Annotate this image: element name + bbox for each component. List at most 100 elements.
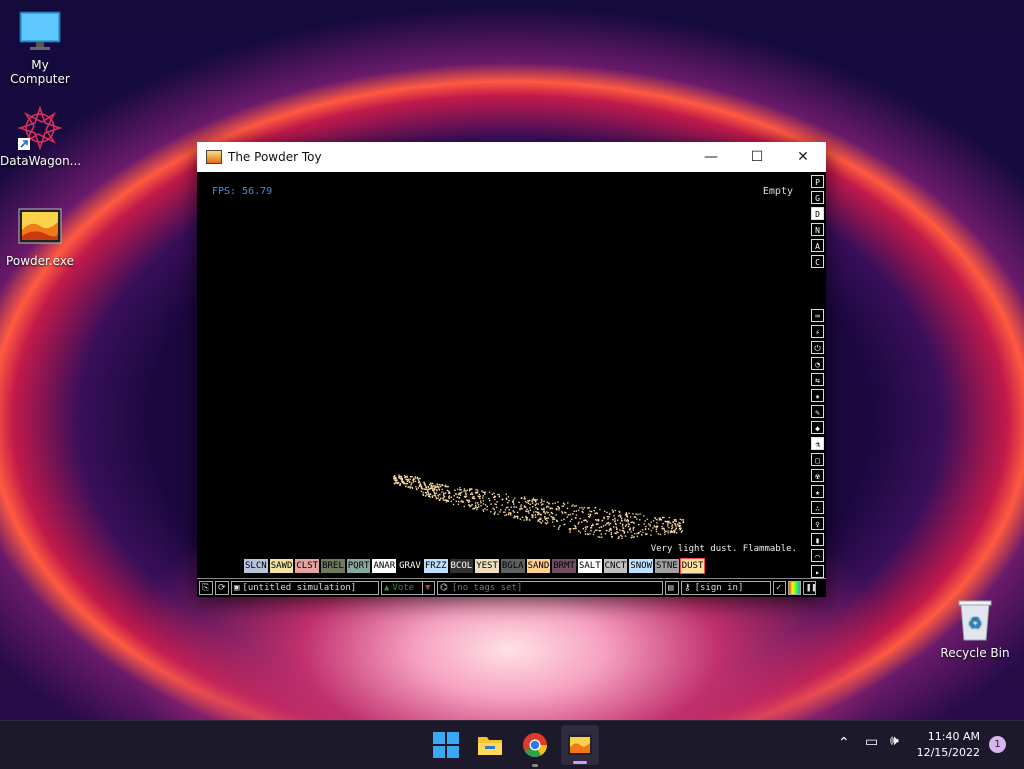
desktop-icon-label: Recycle Bin [940,646,1010,660]
clock-time: 11:40 AM [927,730,980,743]
element-anar-button[interactable]: ANAR [372,559,397,573]
category-menu: P G D N A C ⌨ ⚡ ⏻ ◔ ⇆ ✷ ✎ ◆ ⚗ ▢ ☢ ★ ∴ ♀ ▮ ⌒ ▸ [810,172,826,596]
windows-logo-icon [433,732,459,758]
chrome-button[interactable] [519,729,551,767]
element-grav-button[interactable]: GRAV [398,559,422,573]
menu-p-button[interactable]: P [811,175,824,188]
element-brmt-button[interactable]: BRMT [552,559,576,573]
element-pqrt-button[interactable]: PQRT [346,559,371,573]
menu-c-button[interactable]: C [811,255,824,268]
powder-toy-window[interactable]: The Powder Toy — ☐ ✕ FPS: 56.79 Empty Ve… [197,142,826,597]
vote-down-button[interactable]: ▼ [423,581,435,595]
box-icon[interactable]: ▢ [811,453,824,466]
sensor-icon[interactable]: ⇆ [811,373,824,386]
pen-icon[interactable]: ✎ [811,405,824,418]
thumb-up-icon: ▲ [384,583,390,593]
droplet-icon[interactable]: ◆ [811,421,824,434]
simulation-name: [untitled simulation] [242,583,357,593]
notification-badge[interactable]: 1 [989,736,1006,753]
power-icon[interactable]: ⏻ [811,341,824,354]
render-options-button[interactable] [788,581,801,595]
window-titlebar[interactable]: The Powder Toy — ☐ ✕ [197,142,826,172]
pause-button[interactable]: ❚❚ [803,581,816,595]
element-palette: SLCN SAWD CLST BREL PQRT ANAR GRAV FRZZ BCOL YEST… [244,558,706,574]
bookmark-icon[interactable]: ▮ [811,533,824,546]
element-sawd-button[interactable]: SAWD [269,559,294,573]
maximize-button[interactable]: ☐ [734,142,780,172]
taskbar: ⌃ ▭ 🕪 11:40 AM 12/15/2022 1 [0,720,1024,769]
tool-icon[interactable]: ⌒ [811,549,824,562]
minimize-button[interactable]: — [688,142,734,172]
open-browser-button[interactable]: ⎘ [199,581,213,595]
close-button[interactable]: ✕ [780,142,826,172]
save-icon: ▣ [234,583,240,593]
recycle-bin-icon: ♻ [953,598,997,641]
simulation-name-button[interactable]: ▣ [untitled simulation] [231,581,379,595]
keyboard-icon[interactable]: ⌨ [811,309,824,322]
bulb-icon[interactable]: ♀ [811,517,824,530]
element-stne-button[interactable]: STNE [655,559,679,573]
signin-label: [sign in] [694,583,744,593]
element-cnct-button[interactable]: CNCT [603,559,628,573]
element-slcn-button[interactable]: SLCN [244,559,268,573]
new-simulation-button[interactable]: ▤ [665,581,679,595]
pointer-icon[interactable]: ▸ [811,565,824,578]
desktop-icon-label: DataWagon... [0,154,82,168]
simulation-toolbar: ⎘ ⟳ ▣ [untitled simulation] ▲ Vote ▼ ⌬ [no … [197,578,826,597]
menu-g-button[interactable]: G [811,191,824,204]
active-indicator [573,761,587,764]
star-icon[interactable]: ★ [811,485,824,498]
desktop-icon-label: Powder.exe [6,254,74,268]
element-snow-button[interactable]: SNOW [629,559,653,573]
simulation-canvas[interactable]: FPS: 56.79 Empty Very light dust. Flamma… [197,172,809,577]
element-salt-button[interactable]: SALT [577,559,602,573]
element-brel-button[interactable]: BREL [321,559,345,573]
element-yest-button[interactable]: YEST [475,559,499,573]
dust-particles [393,474,685,540]
radioactive-icon[interactable]: ☢ [811,469,824,482]
vote-label: Vote [392,583,415,593]
key-icon: ⚷ [684,583,691,593]
show-hidden-icons-button[interactable]: ⌃ [838,735,850,751]
powder-toy-taskbar-button[interactable] [561,725,599,765]
element-description: Very light dust. Flammable. [650,544,797,554]
explosive-icon[interactable]: ✷ [811,389,824,402]
file-explorer-button[interactable] [474,729,506,761]
volume-icon[interactable]: 🕪 [890,733,899,749]
tags-button[interactable]: ⌬ [no tags set] [437,581,663,595]
element-bcol-button[interactable]: BCOL [449,559,474,573]
desktop-icon-my-computer[interactable]: My Computer [0,10,80,86]
desktop-icon-powder-exe[interactable]: Powder.exe [0,206,80,268]
clock[interactable]: 11:40 AM 12/15/2022 [917,729,980,761]
tag-icon: ⌬ [440,583,448,593]
reload-button[interactable]: ⟳ [215,581,229,595]
gauge-icon[interactable]: ◔ [811,357,824,370]
element-frzz-button[interactable]: FRZZ [423,559,448,573]
flask-icon[interactable]: ⚗ [811,437,824,450]
menu-d-button[interactable]: D [811,207,824,220]
element-clst-button[interactable]: CLST [295,559,320,573]
plug-icon[interactable]: ⚡ [811,325,824,338]
powder-toy-app-icon [206,150,222,164]
window-title: The Powder Toy [228,150,322,164]
clock-date: 12/15/2022 [916,746,980,759]
signin-button[interactable]: ⚷ [sign in] [681,581,771,595]
powder-toy-app-icon [568,735,592,755]
running-indicator [532,764,538,767]
network-icon[interactable]: ▭ [865,734,878,750]
menu-n-button[interactable]: N [811,223,824,236]
element-dust-button[interactable]: DUST [679,558,706,574]
folder-icon [478,737,502,755]
desktop-icon-recycle-bin[interactable]: ♻ Recycle Bin [935,598,1015,660]
settings-button[interactable]: ✓ [773,581,786,595]
svg-text:♻: ♻ [968,613,982,632]
start-button[interactable] [430,729,462,761]
desktop-icon-datawagon[interactable]: DataWagon... [0,105,82,168]
menu-a-button[interactable]: A [811,239,824,252]
element-bgla-button[interactable]: BGLA [500,559,525,573]
desktop-icon-label: My Computer [10,58,70,86]
element-sand-button[interactable]: SAND [526,559,551,573]
vote-up-button[interactable]: ▲ Vote [381,581,423,595]
dots-icon[interactable]: ∴ [811,501,824,514]
monitor-icon [18,10,62,52]
